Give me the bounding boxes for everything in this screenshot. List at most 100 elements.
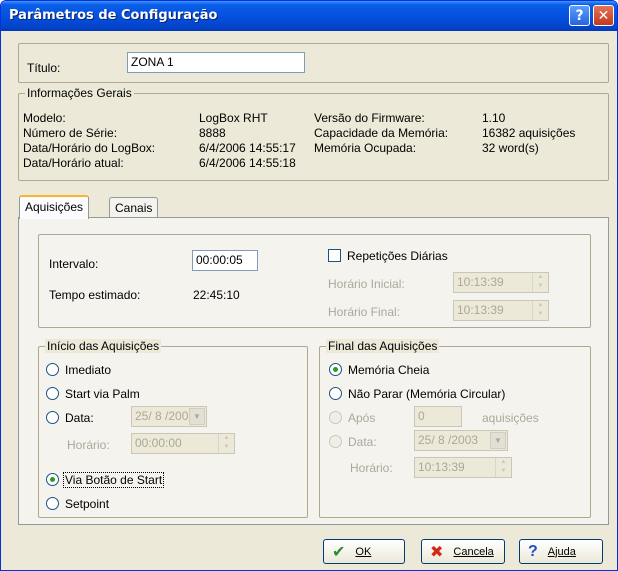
- final-horario-spinner[interactable]: 10:13:39 ▲ ▼: [414, 457, 512, 478]
- inicio-horario-spinner[interactable]: 00:00:00 ▲ ▼: [131, 433, 235, 454]
- horario-final-arrows[interactable]: ▲ ▼: [532, 301, 548, 320]
- intervalo-group: Intervalo: 00:00:05 Tempo estimado: 22:4…: [38, 234, 591, 328]
- intervalo-input[interactable]: 00:00:05: [192, 250, 258, 271]
- radio-memoria-cheia[interactable]: [329, 363, 342, 376]
- radio-via-botao-start[interactable]: [46, 473, 59, 486]
- close-button[interactable]: ✕: [593, 5, 614, 26]
- spin-down-icon[interactable]: ▼: [496, 467, 511, 476]
- final-data-value: 25/ 8 /2003: [418, 433, 479, 447]
- final-horario-arrows[interactable]: ▲ ▼: [495, 458, 511, 477]
- horario-inicial-spinner[interactable]: 10:13:39 ▲ ▼: [453, 272, 549, 293]
- info-group: Informações Gerais Modelo: LogBox RHT Nú…: [18, 86, 609, 181]
- horario-inicial-label: Horário Inicial:: [328, 277, 405, 291]
- inicio-data-value: 25/ 8 /2003: [135, 409, 196, 423]
- final-legend: Final das Aquisições: [326, 339, 440, 353]
- serie-label: Número de Série:: [23, 126, 118, 140]
- cross-icon: ✖: [430, 543, 444, 561]
- tab-panel-aquisicoes: Intervalo: 00:00:05 Tempo estimado: 22:4…: [18, 217, 609, 525]
- horario-final-spinner[interactable]: 10:13:39 ▲ ▼: [453, 300, 549, 321]
- ok-button[interactable]: ✔ OK: [323, 539, 405, 564]
- tab-canais[interactable]: Canais: [109, 197, 159, 219]
- modelo-value: LogBox RHT: [199, 111, 268, 125]
- radio-imediato[interactable]: [46, 363, 59, 376]
- radio-apos[interactable]: [329, 411, 342, 424]
- final-horario-label: Horário:: [350, 461, 393, 475]
- capacidade-value: 16382 aquisições: [482, 126, 576, 140]
- tab-aquisicoes-label: Aquisições: [25, 200, 84, 214]
- inicio-horario-label: Horário:: [67, 438, 110, 452]
- radio-nao-parar[interactable]: [329, 387, 342, 400]
- ajuda-button[interactable]: ? Ajuda: [519, 539, 603, 564]
- tempo-estimado-label: Tempo estimado:: [49, 288, 141, 302]
- config-dialog: Parâmetros de Configuração ? ✕ Título: Z…: [0, 0, 618, 571]
- intervalo-label: Intervalo:: [49, 257, 99, 271]
- ajuda-button-label: Ajuda: [547, 545, 576, 558]
- final-horario-value: 10:13:39: [418, 460, 465, 474]
- help-icon: ?: [575, 7, 584, 24]
- modelo-label: Modelo:: [23, 111, 66, 125]
- tab-canais-label: Canais: [115, 201, 153, 215]
- spin-up-icon[interactable]: ▲: [219, 434, 234, 443]
- label-final-data[interactable]: Data:: [348, 435, 377, 449]
- titulo-input[interactable]: ZONA 1: [127, 52, 305, 73]
- ok-button-label: OK: [355, 545, 372, 558]
- final-group: Final das Aquisições Memória Cheia Não P…: [319, 339, 591, 518]
- apos-suffix: aquisições: [482, 411, 539, 425]
- close-icon: ✕: [597, 7, 610, 24]
- ocupada-value: 32 word(s): [482, 141, 539, 155]
- spin-down-icon[interactable]: ▼: [533, 282, 548, 291]
- repeticoes-label[interactable]: Repetições Diárias: [347, 249, 448, 263]
- question-mark-icon: ?: [528, 542, 538, 560]
- title-bar[interactable]: Parâmetros de Configuração ? ✕: [1, 1, 617, 31]
- radio-final-data[interactable]: [329, 435, 342, 448]
- final-data-combo[interactable]: 25/ 8 /2003 ▼: [414, 430, 508, 451]
- radio-data[interactable]: [46, 411, 59, 424]
- cancela-button-label: Cancela: [453, 545, 494, 558]
- data-logbox-label: Data/Horário do LogBox:: [23, 141, 156, 155]
- spin-down-icon[interactable]: ▼: [219, 443, 234, 452]
- data-atual-value: 6/4/2006 14:55:18: [199, 156, 296, 170]
- label-imediato[interactable]: Imediato: [65, 363, 111, 377]
- spin-up-icon[interactable]: ▲: [533, 273, 548, 282]
- label-via-botao-start[interactable]: Via Botão de Start: [63, 472, 165, 488]
- capacidade-label: Capacidade da Memória:: [314, 126, 449, 140]
- inicio-horario-arrows[interactable]: ▲ ▼: [218, 434, 234, 453]
- inicio-data-combo[interactable]: 25/ 8 /2003 ▼: [131, 406, 207, 427]
- data-atual-label: Data/Horário atual:: [23, 156, 124, 170]
- spin-up-icon[interactable]: ▲: [533, 301, 548, 310]
- radio-setpoint[interactable]: [46, 497, 59, 510]
- radio-start-palm[interactable]: [46, 387, 59, 400]
- repeticoes-checkbox[interactable]: [328, 249, 341, 262]
- spin-down-icon[interactable]: ▼: [533, 310, 548, 319]
- firmware-value: 1.10: [482, 111, 506, 125]
- spin-up-icon[interactable]: ▲: [496, 458, 511, 467]
- tab-aquisicoes[interactable]: Aquisições: [19, 195, 90, 219]
- tempo-estimado-value: 22:45:10: [193, 288, 240, 302]
- label-start-palm[interactable]: Start via Palm: [65, 387, 140, 401]
- info-legend: Informações Gerais: [25, 86, 134, 100]
- label-memoria-cheia[interactable]: Memória Cheia: [348, 363, 429, 377]
- inicio-group: Início das Aquisições Imediato Start via…: [38, 339, 308, 518]
- horario-final-label: Horário Final:: [328, 305, 401, 319]
- inicio-legend: Início das Aquisições: [45, 339, 162, 353]
- horario-inicial-value: 10:13:39: [457, 275, 504, 289]
- horario-inicial-arrows[interactable]: ▲ ▼: [532, 273, 548, 292]
- label-apos[interactable]: Após: [348, 411, 375, 425]
- cancela-button[interactable]: ✖ Cancela: [421, 539, 505, 564]
- label-data[interactable]: Data:: [65, 411, 94, 425]
- chevron-down-icon[interactable]: ▼: [189, 408, 205, 425]
- help-title-button[interactable]: ?: [569, 5, 590, 26]
- checkmark-icon: ✔: [332, 543, 346, 561]
- titulo-group: Título: ZONA 1: [18, 43, 609, 83]
- titulo-label: Título:: [27, 61, 61, 75]
- label-nao-parar[interactable]: Não Parar (Memória Circular): [348, 387, 505, 401]
- label-setpoint[interactable]: Setpoint: [65, 497, 109, 511]
- inicio-horario-value: 00:00:00: [135, 436, 182, 450]
- apos-input[interactable]: 0: [414, 406, 462, 427]
- firmware-label: Versão do Firmware:: [314, 111, 425, 125]
- data-logbox-value: 6/4/2006 14:55:17: [199, 141, 296, 155]
- ocupada-label: Memória Ocupada:: [314, 141, 417, 155]
- serie-value: 8888: [199, 126, 226, 140]
- chevron-down-icon[interactable]: ▼: [490, 432, 506, 449]
- window-title: Parâmetros de Configuração: [9, 8, 218, 23]
